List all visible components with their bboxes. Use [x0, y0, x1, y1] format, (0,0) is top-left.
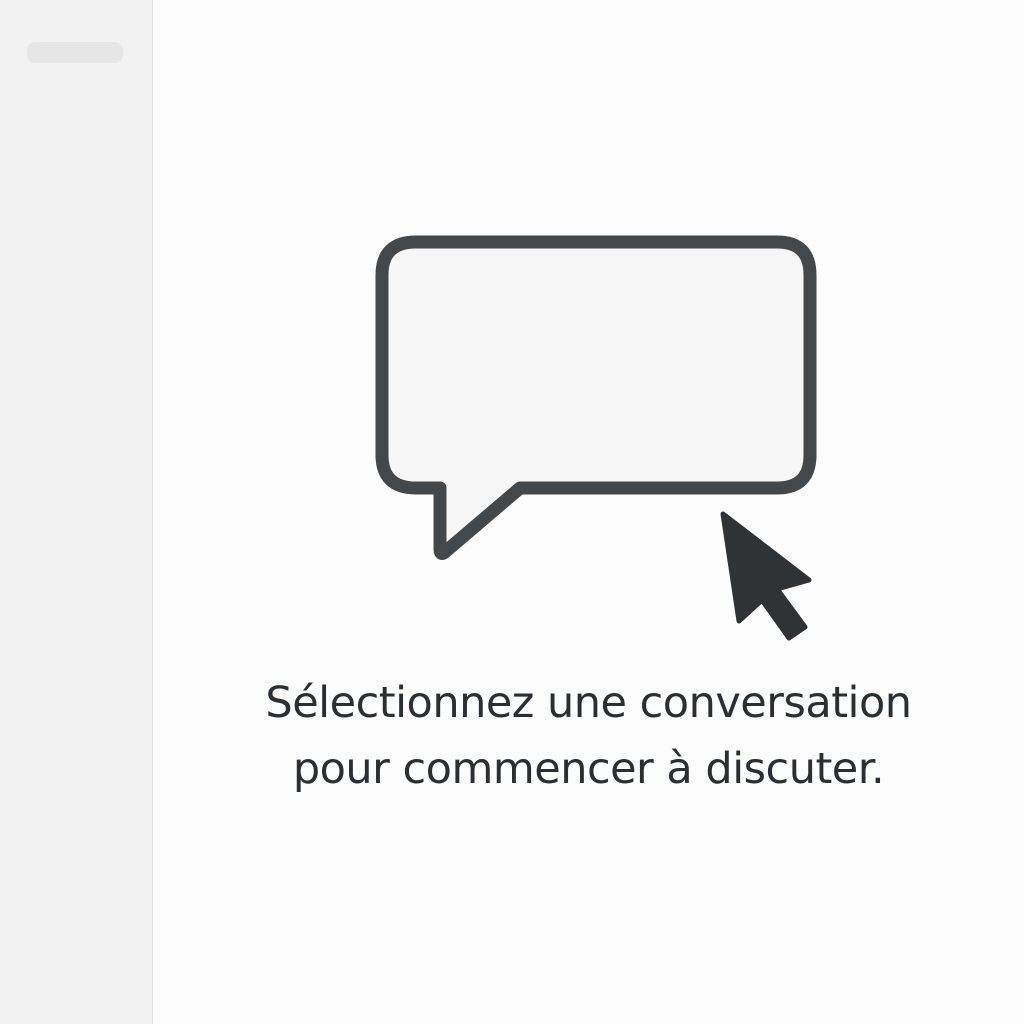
chat-bubble-outline [375, 235, 817, 560]
sidebar-loading-placeholder [27, 42, 123, 63]
empty-conversation-panel: Sélectionnez une conversation pour comme… [153, 0, 1024, 1024]
empty-state-message: Sélectionnez une conversation pour comme… [193, 670, 984, 802]
chat-bubble-icon [375, 235, 817, 641]
empty-state-illustration [153, 0, 1024, 660]
messaging-app: Sélectionnez une conversation pour comme… [0, 0, 1024, 1024]
mouse-pointer-icon [720, 511, 812, 641]
empty-state-message-line-2: pour commencer à discuter. [292, 744, 885, 794]
conversation-sidebar [0, 0, 153, 1024]
empty-state-message-line-1: Sélectionnez une conversation [265, 678, 912, 728]
